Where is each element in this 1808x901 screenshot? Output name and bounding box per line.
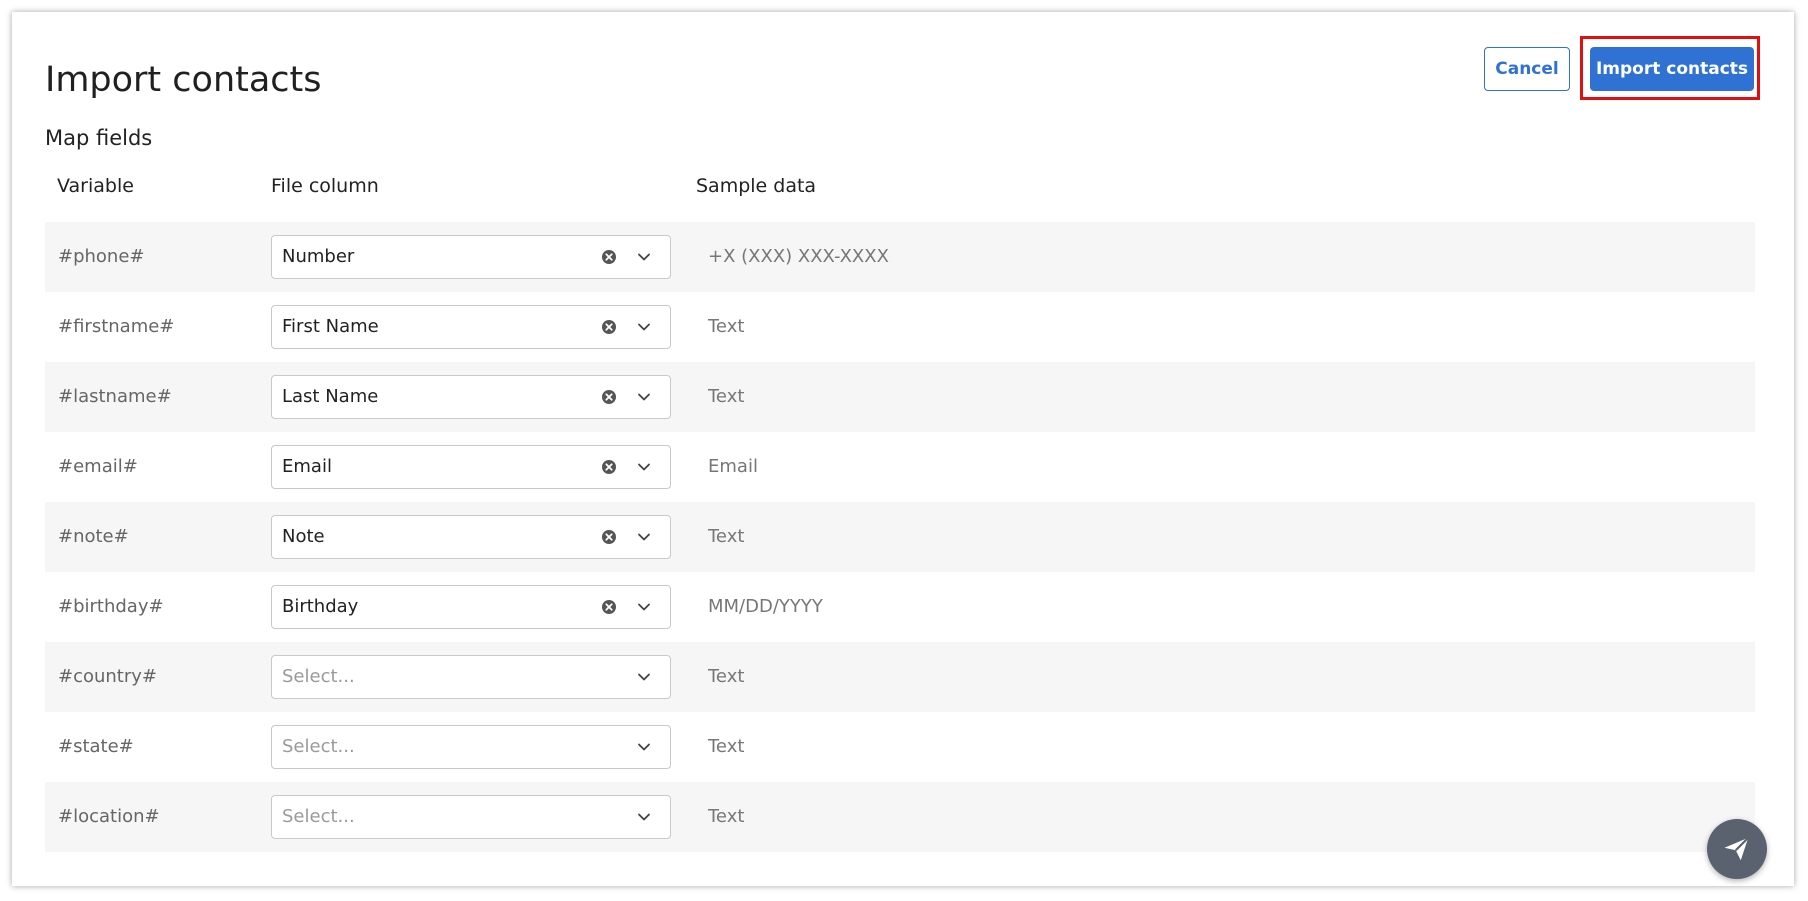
chat-button[interactable] — [1707, 819, 1767, 879]
section-title: Map fields — [45, 126, 153, 150]
variable-label: #state# — [58, 736, 134, 757]
chevron-down-icon[interactable] — [636, 599, 652, 615]
select-placeholder: Select... — [282, 736, 355, 757]
table-row: #state# Select... Text — [45, 712, 1755, 782]
table-row: #lastname# Last Name Text — [45, 362, 1755, 432]
sample-data: +X (XXX) XXX-XXXX — [708, 246, 889, 267]
page-title: Import contacts — [45, 60, 322, 100]
variable-label: #phone# — [58, 246, 145, 267]
file-column-select[interactable]: Last Name — [271, 375, 671, 419]
table-row: #email# Email Email — [45, 432, 1755, 502]
sample-data: Email — [708, 456, 758, 477]
table-row: #location# Select... Text — [45, 782, 1755, 852]
file-column-select[interactable]: Number — [271, 235, 671, 279]
clear-circle-icon[interactable] — [601, 249, 617, 265]
column-header-variable: Variable — [57, 175, 134, 197]
table-row: #firstname# First Name Text — [45, 292, 1755, 362]
sample-data: Text — [708, 736, 745, 757]
chevron-down-icon[interactable] — [636, 249, 652, 265]
clear-circle-icon[interactable] — [601, 529, 617, 545]
import-contacts-dialog: Import contacts Cancel Import contacts M… — [12, 12, 1794, 886]
table-row: #country# Select... Text — [45, 642, 1755, 712]
variable-label: #lastname# — [58, 386, 172, 407]
sample-data: MM/DD/YYYY — [708, 596, 823, 617]
paper-plane-icon — [1724, 836, 1750, 861]
cancel-button[interactable]: Cancel — [1484, 47, 1570, 91]
table-row: #phone# Number +X (XXX) XXX-XXXX — [45, 222, 1755, 292]
sample-data: Text — [708, 316, 745, 337]
table-row: #note# Note Text — [45, 502, 1755, 572]
variable-label: #email# — [58, 456, 138, 477]
chevron-down-icon[interactable] — [636, 459, 652, 475]
file-column-select[interactable]: Select... — [271, 795, 671, 839]
variable-label: #birthday# — [58, 596, 164, 617]
select-value: Email — [282, 456, 332, 477]
variable-label: #firstname# — [58, 316, 175, 337]
file-column-select[interactable]: First Name — [271, 305, 671, 349]
file-column-select[interactable]: Select... — [271, 725, 671, 769]
clear-circle-icon[interactable] — [601, 389, 617, 405]
select-value: First Name — [282, 316, 379, 337]
select-value: Birthday — [282, 596, 359, 617]
select-value: Number — [282, 246, 355, 267]
table-row: #birthday# Birthday MM/DD/YYYY — [45, 572, 1755, 642]
variable-label: #country# — [58, 666, 157, 687]
chevron-down-icon[interactable] — [636, 809, 652, 825]
chevron-down-icon[interactable] — [636, 389, 652, 405]
file-column-select[interactable]: Select... — [271, 655, 671, 699]
file-column-select[interactable]: Email — [271, 445, 671, 489]
variable-label: #location# — [58, 806, 160, 827]
file-column-select[interactable]: Note — [271, 515, 671, 559]
chevron-down-icon[interactable] — [636, 739, 652, 755]
clear-circle-icon[interactable] — [601, 319, 617, 335]
sample-data: Text — [708, 386, 745, 407]
sample-data: Text — [708, 526, 745, 547]
import-contacts-button[interactable]: Import contacts — [1590, 47, 1754, 91]
chevron-down-icon[interactable] — [636, 529, 652, 545]
clear-circle-icon[interactable] — [601, 599, 617, 615]
column-header-file-column: File column — [271, 175, 379, 197]
column-header-sample-data: Sample data — [696, 175, 817, 197]
select-placeholder: Select... — [282, 666, 355, 687]
select-placeholder: Select... — [282, 806, 355, 827]
chevron-down-icon[interactable] — [636, 669, 652, 685]
select-value: Note — [282, 526, 325, 547]
file-column-select[interactable]: Birthday — [271, 585, 671, 629]
sample-data: Text — [708, 666, 745, 687]
sample-data: Text — [708, 806, 745, 827]
clear-circle-icon[interactable] — [601, 459, 617, 475]
select-value: Last Name — [282, 386, 379, 407]
variable-label: #note# — [58, 526, 129, 547]
chevron-down-icon[interactable] — [636, 319, 652, 335]
field-mapping-table: #phone# Number +X (XXX) XXX-XXXX #firstname… — [45, 222, 1755, 852]
